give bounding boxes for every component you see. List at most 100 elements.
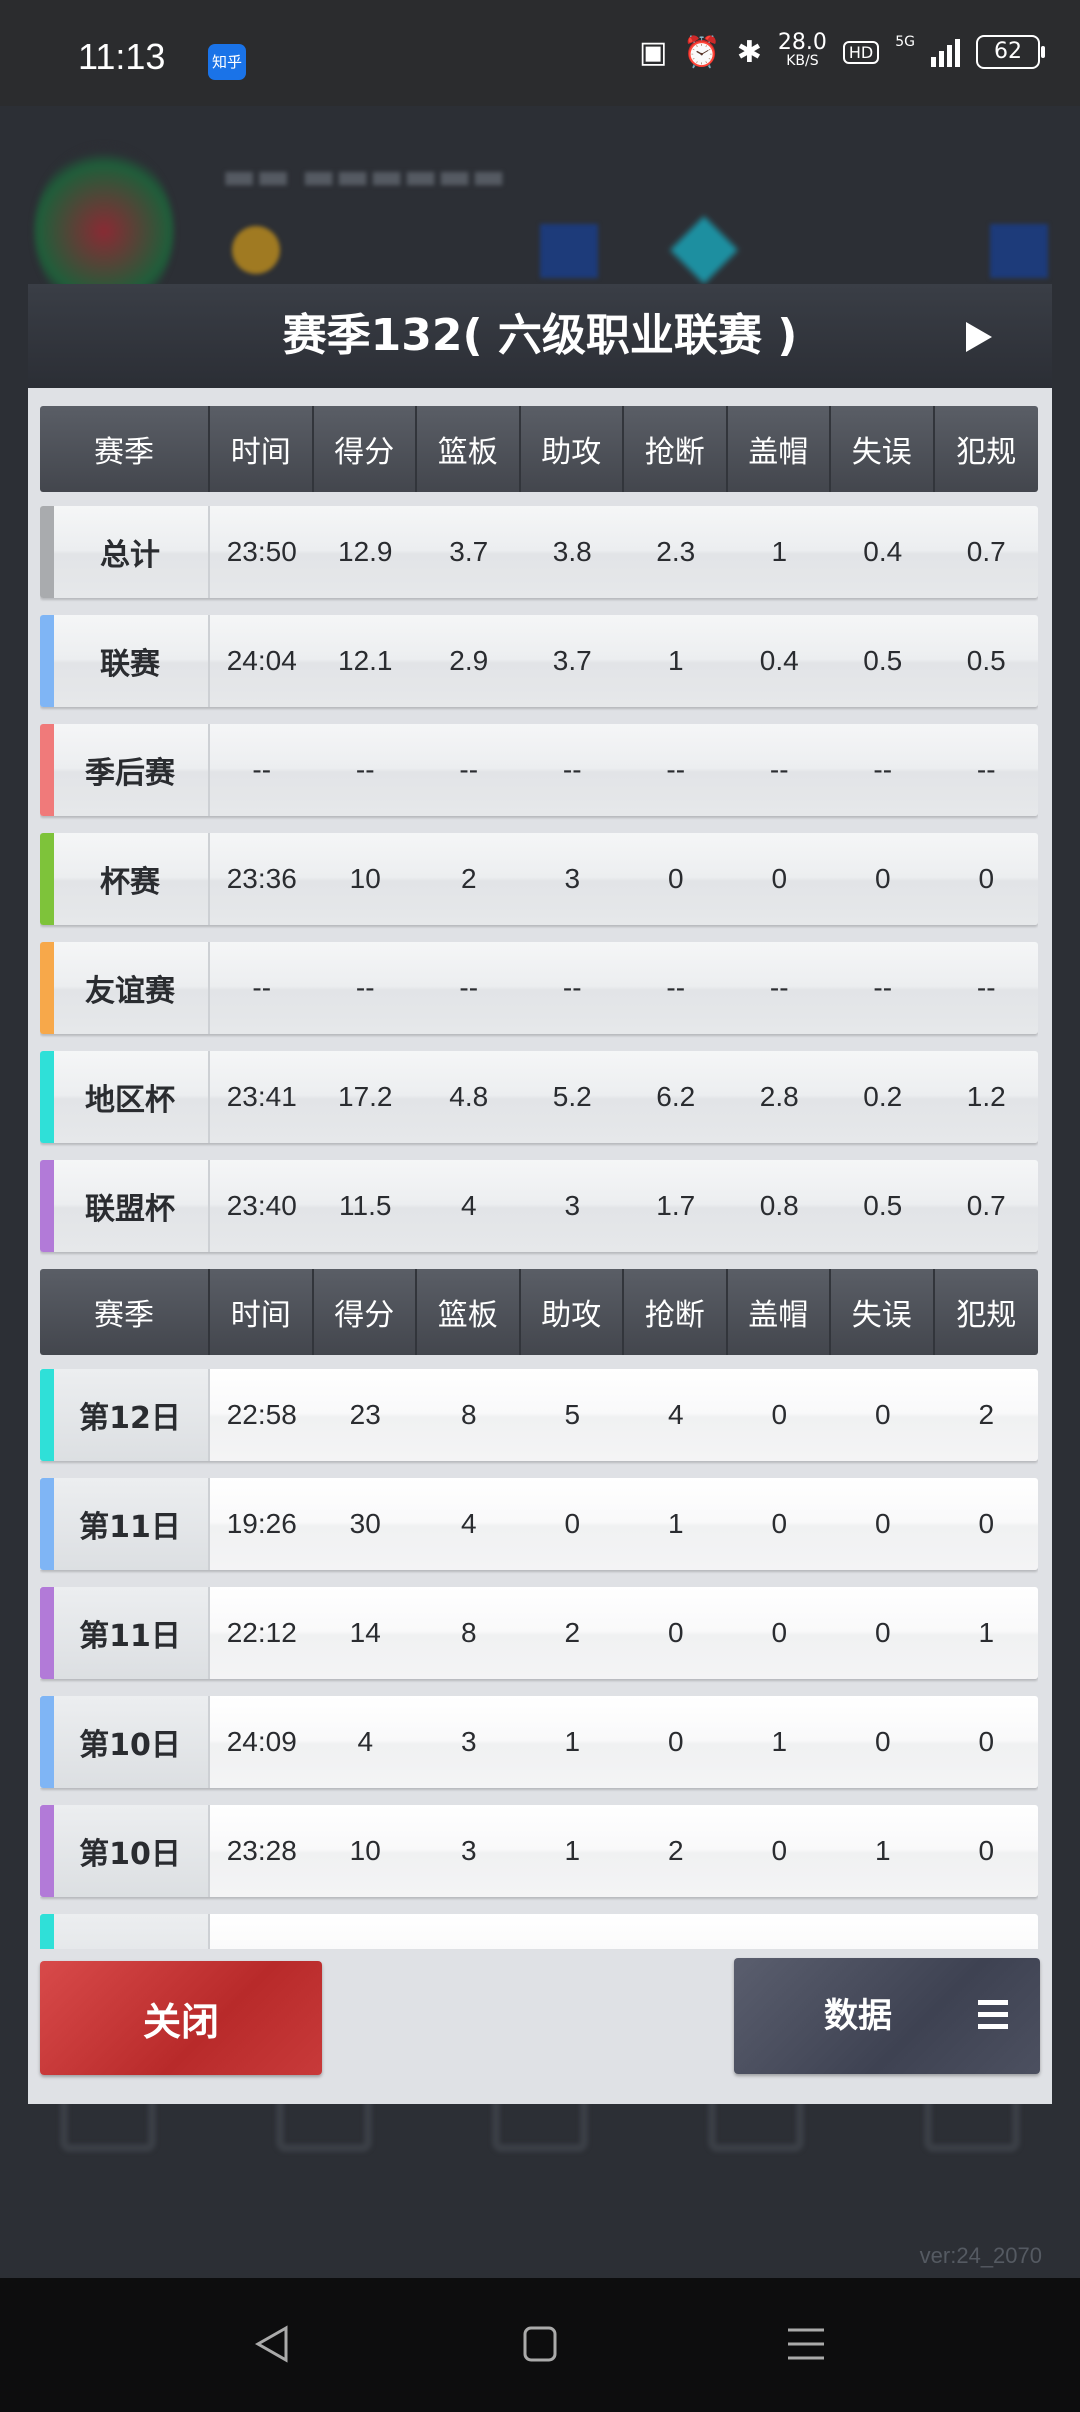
system-nav-bar [0, 2278, 1080, 2412]
row-accent [40, 1587, 54, 1679]
table-row[interactable]: 友谊赛 -- -- -- -- -- -- -- -- [40, 942, 1038, 1034]
row-accent [40, 1696, 54, 1788]
table-row[interactable]: 杯赛 23:36 10 2 3 0 0 0 0 [40, 833, 1038, 925]
row-label: 联盟杯 [40, 1160, 210, 1252]
stat-cell: 0 [874, 1399, 891, 1430]
stat-cell: 2.3 [656, 536, 696, 567]
row-label: 总计 [40, 506, 210, 598]
stat-cell: 0 [564, 1508, 581, 1539]
stat-cell: 8 [460, 1399, 477, 1430]
stat-cell: -- [459, 754, 479, 785]
home-nav-icon[interactable] [522, 2324, 558, 2368]
stat-cell: -- [562, 972, 582, 1003]
dialog-body: 赛季 时间 得分 篮板 助攻 抢断 盖帽 失误 犯规 总计 23:50 12.9 3.7 3.8 2.3 1 0… [28, 388, 1052, 2104]
stat-cell: 3.7 [552, 645, 592, 676]
stat-cell: 1.7 [656, 1190, 696, 1221]
stat-cell: 0 [667, 863, 684, 894]
row-accent [40, 615, 54, 707]
stat-cell: 2.9 [449, 645, 489, 676]
data-button[interactable]: 数据 [734, 1958, 1040, 2074]
stat-cell: 0 [667, 1726, 684, 1757]
table-header-row: 赛季 时间 得分 篮板 助攻 抢断 盖帽 失误 犯规 [40, 1269, 1038, 1355]
stat-cell: 23 [349, 1399, 381, 1430]
stat-cell: 0 [771, 1835, 788, 1866]
row-accent [40, 506, 54, 598]
play-icon[interactable] [966, 322, 992, 352]
stat-cell: 4 [357, 1726, 374, 1757]
row-label: 第10日 [40, 1696, 210, 1788]
column-header: 盖帽 [728, 406, 831, 492]
row-accent [40, 942, 54, 1034]
stat-cell: 0.5 [863, 645, 903, 676]
table-row[interactable]: 总计 23:50 12.9 3.7 3.8 2.3 1 0.4 0.7 [40, 506, 1038, 598]
add-coin-icon [540, 224, 598, 278]
stat-cell: 4 [460, 1190, 477, 1221]
stat-cell: 30 [349, 1508, 381, 1539]
column-header: 助攻 [521, 406, 624, 492]
back-nav-icon[interactable] [252, 2324, 292, 2368]
table-row[interactable]: 第11日 22:12 14 8 2 0 0 0 1 [40, 1587, 1038, 1679]
recent-apps-nav-icon[interactable] [786, 2324, 826, 2368]
stat-cell: 23:40 [226, 1190, 297, 1221]
stat-cell: 19:26 [226, 1508, 297, 1539]
table-row[interactable]: 第10日 23:28 10 3 1 2 0 1 0 [40, 1805, 1038, 1897]
season-summary-table: 赛季 时间 得分 篮板 助攻 抢断 盖帽 失误 犯规 总计 23:50 12.9 3.7 3.8 2.3 1 0… [40, 406, 1038, 1252]
column-header: 盖帽 [728, 1269, 831, 1355]
stat-cell: 12.9 [338, 536, 393, 567]
row-label: 地区杯 [40, 1051, 210, 1143]
column-header: 得分 [314, 1269, 417, 1355]
column-header: 抢断 [624, 406, 728, 492]
stat-cell: -- [873, 754, 893, 785]
stat-cell: 0.2 [863, 1081, 903, 1112]
row-accent [40, 833, 54, 925]
table-row[interactable]: 联盟杯 23:40 11.5 4 3 1.7 0.8 0.5 0.7 [40, 1160, 1038, 1252]
stat-cell: 5 [564, 1399, 581, 1430]
stat-cell: 0 [874, 1617, 891, 1648]
game-log-table: 赛季 时间 得分 篮板 助攻 抢断 盖帽 失误 犯规 第12日 22:58 23 8 5 4 0 0 2 第11日 1… [40, 1269, 1038, 1949]
stat-cell: 3.7 [449, 536, 489, 567]
stat-cell: -- [873, 972, 893, 1003]
stat-cell: 0 [978, 1508, 995, 1539]
stats-table-scroll[interactable]: 赛季 时间 得分 篮板 助攻 抢断 盖帽 失误 犯规 总计 23:50 12.9 3.7 3.8 2.3 1 0… [40, 406, 1038, 1949]
signal-icon [931, 37, 960, 67]
stat-cell: 1 [564, 1726, 581, 1757]
close-button[interactable]: 关闭 [40, 1961, 322, 2075]
network-speed: 28.0 KB/S [777, 30, 827, 70]
table-row[interactable]: 第10日 24:09 4 3 1 0 1 0 0 [40, 1696, 1038, 1788]
stat-cell: 0.4 [863, 536, 903, 567]
stat-cell: 0.8 [759, 1190, 799, 1221]
stat-cell: 2.8 [759, 1081, 799, 1112]
stat-cell: 22:58 [226, 1399, 297, 1430]
stat-cell: 2 [667, 1835, 684, 1866]
table-row[interactable]: 联赛 24:04 12.1 2.9 3.7 1 0.4 0.5 0.5 [40, 615, 1038, 707]
stat-cell: 4 [460, 1508, 477, 1539]
stat-cell: 14 [349, 1617, 381, 1648]
column-header: 时间 [210, 1269, 314, 1355]
table-row[interactable]: 第11日 19:26 30 4 0 1 0 0 0 [40, 1478, 1038, 1570]
stat-cell: 2 [978, 1399, 995, 1430]
column-header: 抢断 [624, 1269, 728, 1355]
stat-cell: 2 [460, 863, 477, 894]
column-header: 赛季 [40, 1269, 210, 1355]
column-header: 犯规 [956, 435, 1017, 470]
table-row[interactable]: 地区杯 23:41 17.2 4.8 5.2 6.2 2.8 0.2 1.2 [40, 1051, 1038, 1143]
row-label: 第11日 [40, 1587, 210, 1679]
row-accent [40, 1914, 54, 1949]
stat-cell [728, 1914, 832, 1949]
data-button-label: 数据 [824, 1996, 892, 2036]
stat-cell: 0.7 [966, 1190, 1006, 1221]
dialog-header: 赛季132( 六级职业联赛 ) [28, 284, 1052, 388]
stat-cell: 3.8 [552, 536, 592, 567]
network-speed-value: 28.0 [777, 30, 827, 55]
stat-cell: 0.5 [966, 645, 1006, 676]
table-row[interactable]: 季后赛 -- -- -- -- -- -- -- -- [40, 724, 1038, 816]
stat-cell: 0.4 [759, 645, 799, 676]
column-header: 犯规 [956, 1298, 1017, 1333]
stat-cell: 10 [349, 863, 381, 894]
stat-cell: 1 [667, 1508, 684, 1539]
stat-cell: 17.2 [338, 1081, 393, 1112]
table-row[interactable] [40, 1914, 1038, 1949]
table-row[interactable]: 第12日 22:58 23 8 5 4 0 0 2 [40, 1369, 1038, 1461]
bluetooth-icon: ✱ [736, 34, 762, 70]
stat-cell: 1 [978, 1617, 995, 1648]
